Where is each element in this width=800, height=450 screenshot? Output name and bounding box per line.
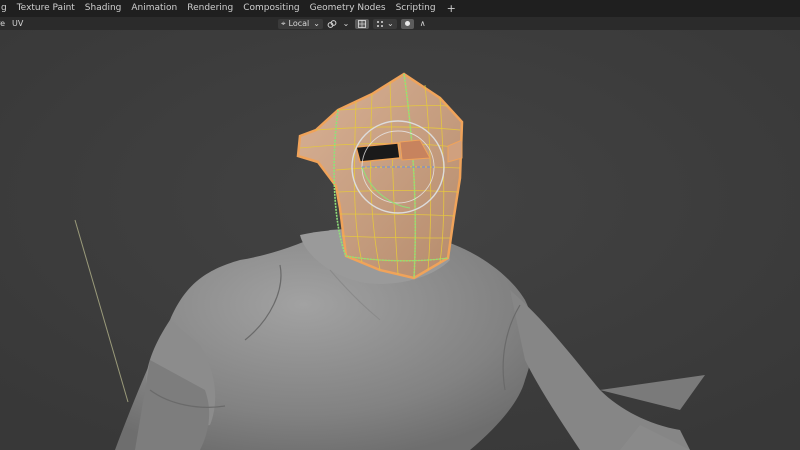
- chevron-down-icon: ⌄: [313, 19, 320, 28]
- viewport-header: re UV ⌖ Local ⌄ ⌄ ⌄ ∧: [0, 17, 800, 30]
- snap-target-icon: [376, 20, 383, 27]
- viewport-scene: [0, 30, 800, 450]
- pivot-icon: ⌖: [281, 18, 286, 28]
- falloff-icon[interactable]: ∧: [418, 19, 428, 29]
- chevron-down-icon: ⌄: [386, 19, 394, 28]
- snap-toggle[interactable]: [354, 18, 369, 29]
- orientation-label: Local: [288, 19, 310, 28]
- snap-target-dropdown[interactable]: ⌄: [372, 18, 397, 29]
- transform-orientation-dropdown[interactable]: ⌖ Local ⌄: [278, 18, 323, 29]
- proportional-edit-icon[interactable]: [400, 18, 414, 29]
- tab-scripting[interactable]: Scripting: [391, 0, 441, 17]
- tab-compositing[interactable]: Compositing: [238, 0, 304, 17]
- tab-texture-paint[interactable]: Texture Paint: [12, 0, 80, 17]
- tab-animation[interactable]: Animation: [126, 0, 182, 17]
- tab-geometry-nodes[interactable]: Geometry Nodes: [305, 0, 391, 17]
- link-snap-icon[interactable]: [327, 19, 337, 29]
- menu-item-partial[interactable]: re: [0, 19, 5, 28]
- add-workspace-button[interactable]: +: [441, 0, 462, 17]
- tab-shading[interactable]: Shading: [80, 0, 127, 17]
- workspace-tabs-bar: g Texture Paint Shading Animation Render…: [0, 0, 800, 17]
- tab-modeling-partial[interactable]: g: [0, 0, 12, 17]
- uv-menu[interactable]: UV: [12, 19, 23, 28]
- 3d-viewport[interactable]: [0, 30, 800, 450]
- tab-rendering[interactable]: Rendering: [182, 0, 238, 17]
- chevron-down-icon[interactable]: ⌄: [341, 19, 351, 29]
- grid-snap-icon: [357, 19, 366, 28]
